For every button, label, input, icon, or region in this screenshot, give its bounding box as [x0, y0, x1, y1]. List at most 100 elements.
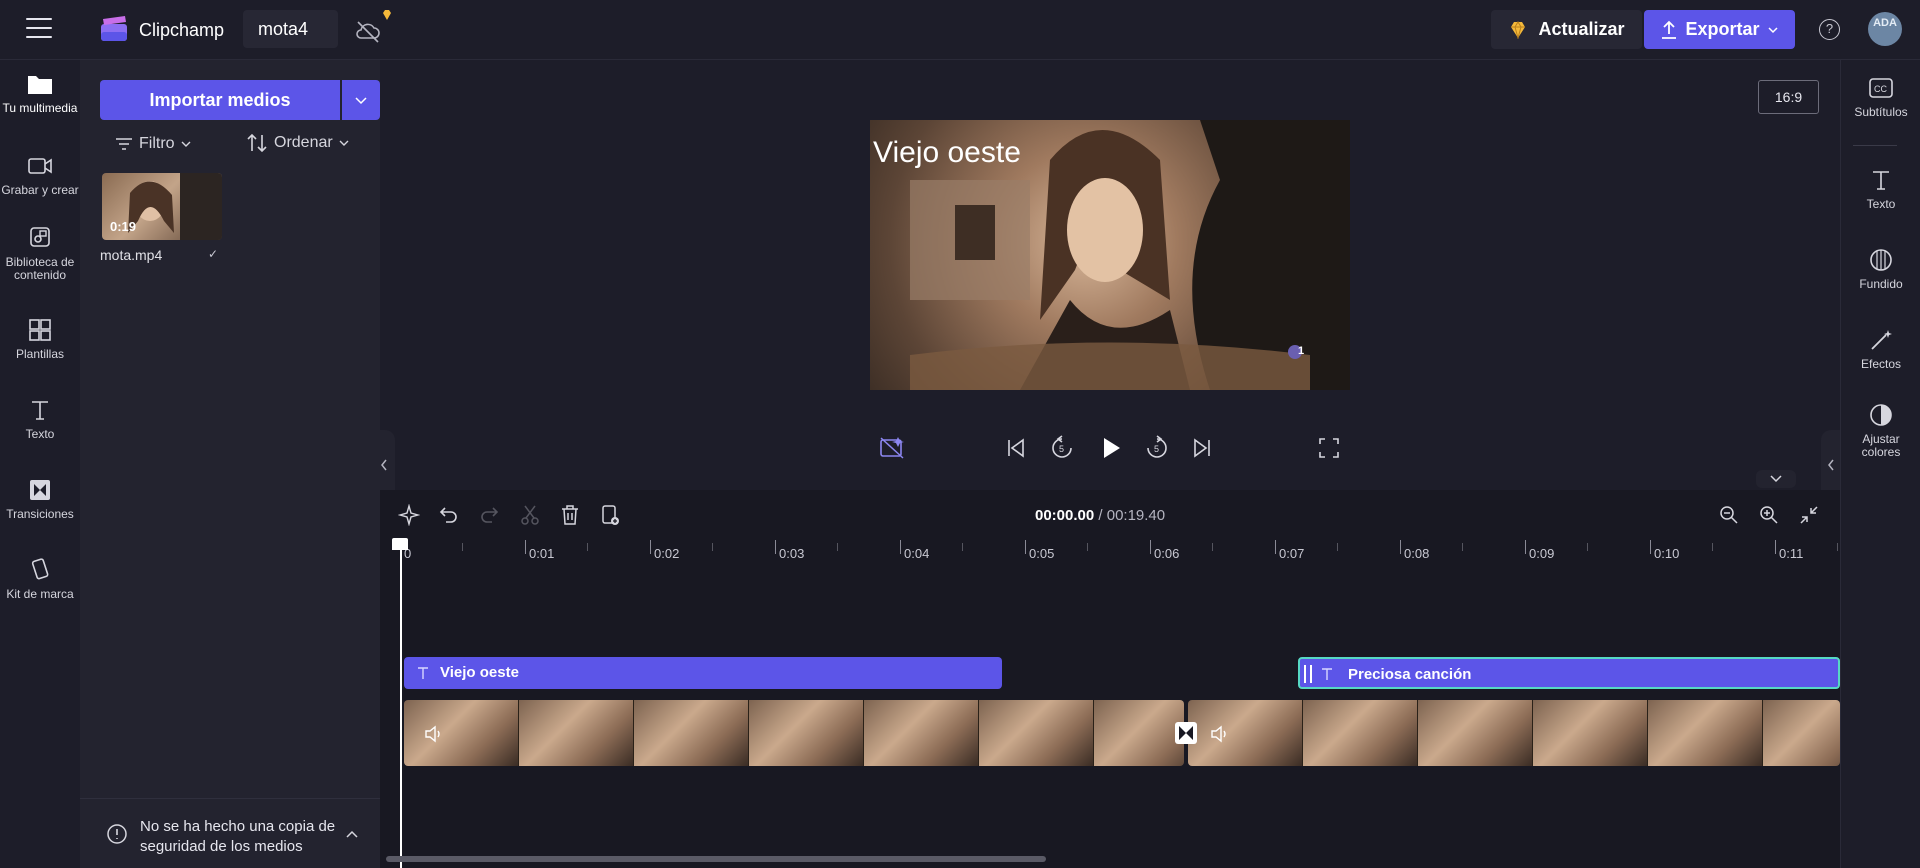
nav-label: Texto [25, 427, 55, 441]
transition-icon[interactable] [1175, 722, 1197, 744]
nav-item-brand-kit[interactable]: Kit de marca [0, 558, 80, 601]
camera-icon [28, 158, 52, 174]
avatar[interactable]: ADA [1868, 12, 1902, 46]
aspect-ratio-button[interactable]: 16:9 [1758, 80, 1819, 114]
help-icon[interactable]: ? [1819, 19, 1840, 40]
clip-trim-handle[interactable] [1304, 665, 1312, 683]
import-media-dropdown[interactable] [342, 80, 380, 120]
effects-icon [1871, 330, 1892, 350]
nav-item-templates[interactable]: Plantillas [0, 318, 80, 361]
nav-item-fade[interactable]: Fundido [1841, 248, 1920, 291]
text-clip-selected[interactable]: Preciosa canción [1298, 657, 1840, 689]
ruler-tick [1400, 540, 1401, 554]
diamond-icon [1511, 20, 1526, 39]
ruler-tick [1525, 540, 1526, 554]
preview-title-overlay: Viejo oeste [873, 136, 1021, 169]
current-time: 00:00.00 [1035, 507, 1095, 524]
play-icon[interactable] [1098, 435, 1124, 461]
timeline-toolbar: 00:00.00 / 00:19.40 [380, 490, 1840, 540]
upgrade-label: Actualizar [1538, 19, 1625, 39]
nav-item-transitions[interactable]: Transiciones [0, 478, 80, 521]
video-frame [519, 700, 634, 766]
text-icon [32, 401, 48, 420]
time-display: 00:00.00 / 00:19.40 [1035, 507, 1165, 524]
svg-text:5: 5 [1154, 444, 1159, 454]
nav-item-record-create[interactable]: Grabar y crear [0, 154, 80, 197]
captions-icon: CC [1869, 78, 1893, 98]
volume-icon[interactable] [424, 725, 444, 743]
upgrade-button[interactable]: Actualizar [1491, 10, 1642, 49]
premium-diamond-icon [383, 10, 391, 20]
nav-label: Kit de marca [6, 587, 74, 601]
ruler-minor-tick [1837, 543, 1838, 551]
upload-icon [1662, 20, 1677, 39]
ai-enhance-icon[interactable] [878, 435, 906, 461]
nav-label: Texto [1866, 197, 1896, 211]
ruler-minor-tick [587, 543, 588, 551]
fit-timeline-icon[interactable] [1798, 504, 1820, 526]
nav-item-effects[interactable]: Efectos [1841, 328, 1920, 371]
chevron-up-icon[interactable] [345, 829, 359, 839]
menu-icon[interactable] [26, 18, 52, 40]
export-button[interactable]: Exportar [1644, 10, 1795, 49]
transition-glyph [1179, 726, 1193, 740]
nav-item-your-media[interactable]: Tu multimedia [0, 72, 80, 115]
project-name-field[interactable]: mota4 [243, 10, 338, 48]
ruler-label: 0:01 [529, 546, 555, 561]
video-frame [749, 700, 864, 766]
nav-item-text[interactable]: Texto [1841, 168, 1920, 211]
magic-icon[interactable] [398, 504, 420, 526]
ruler-tick [775, 540, 776, 554]
media-thumbnail[interactable]: 0:19 [102, 173, 222, 240]
folder-icon [28, 76, 52, 94]
ruler-label: 0:09 [1529, 546, 1555, 561]
adjust-colors-icon [1870, 404, 1892, 426]
video-clip[interactable] [404, 700, 1184, 766]
info-icon [107, 824, 127, 844]
scissors-icon[interactable] [519, 504, 541, 526]
nav-label: Efectos [1860, 357, 1902, 371]
add-media-icon[interactable] [599, 504, 621, 526]
nav-item-text[interactable]: Texto [0, 398, 80, 441]
timeline-scrollbar[interactable] [386, 856, 1046, 862]
video-clip[interactable] [1188, 700, 1840, 766]
ruler-tick [1275, 540, 1276, 554]
text-clip-label: Viejo oeste [440, 664, 519, 681]
zoom-in-icon[interactable] [1758, 504, 1780, 526]
volume-icon[interactable] [1210, 725, 1230, 743]
sort-button[interactable]: Ordenar [246, 133, 349, 153]
nav-label: Ajustar colores [1861, 432, 1901, 459]
text-clip[interactable]: Viejo oeste [404, 657, 1002, 689]
nav-label: Subtítulos [1854, 105, 1908, 119]
ruler-minor-tick [1587, 543, 1588, 551]
skip-to-end-icon[interactable] [1190, 435, 1214, 461]
filter-button[interactable]: Filtro [115, 135, 191, 153]
ruler-minor-tick [1212, 543, 1213, 551]
skip-to-start-icon[interactable] [1004, 435, 1028, 461]
right-nav: CC Subtítulos Texto Fundido Efectos Ajus… [1840, 60, 1920, 868]
redo-icon[interactable] [478, 504, 500, 526]
fullscreen-icon[interactable] [1317, 435, 1341, 461]
video-frame [864, 700, 979, 766]
check-icon: ✓ [208, 247, 219, 261]
rewind-5-icon[interactable]: 5 [1049, 435, 1075, 461]
chevron-down-icon[interactable] [1756, 470, 1796, 488]
export-label: Exportar [1685, 19, 1760, 39]
forward-5-icon[interactable]: 5 [1144, 435, 1170, 461]
ruler-tick [525, 540, 526, 554]
brand-kit-icon [31, 558, 49, 580]
nav-item-content-library[interactable]: Biblioteca de contenido [0, 226, 80, 282]
ruler-label: 0:02 [654, 546, 680, 561]
zoom-out-icon[interactable] [1718, 504, 1740, 526]
import-media-button[interactable]: Importar medios [100, 80, 340, 120]
svg-text:5: 5 [1059, 444, 1064, 454]
nav-item-captions[interactable]: CC Subtítulos [1841, 76, 1920, 119]
trash-icon[interactable] [559, 504, 581, 526]
playhead[interactable] [400, 540, 402, 868]
cloud-off-icon[interactable] [354, 18, 382, 44]
ruler-minor-tick [1712, 543, 1713, 551]
backup-notice-text: No se ha hecho una copia de seguridad de… [140, 818, 336, 855]
timeline-ruler[interactable]: 0 0:01 0:02 0:03 0:04 0:05 0:06 0:07 0:08 0:09 0:1… [380, 540, 1840, 570]
nav-item-adjust-colors[interactable]: Ajustar colores [1841, 403, 1920, 459]
undo-icon[interactable] [438, 504, 460, 526]
